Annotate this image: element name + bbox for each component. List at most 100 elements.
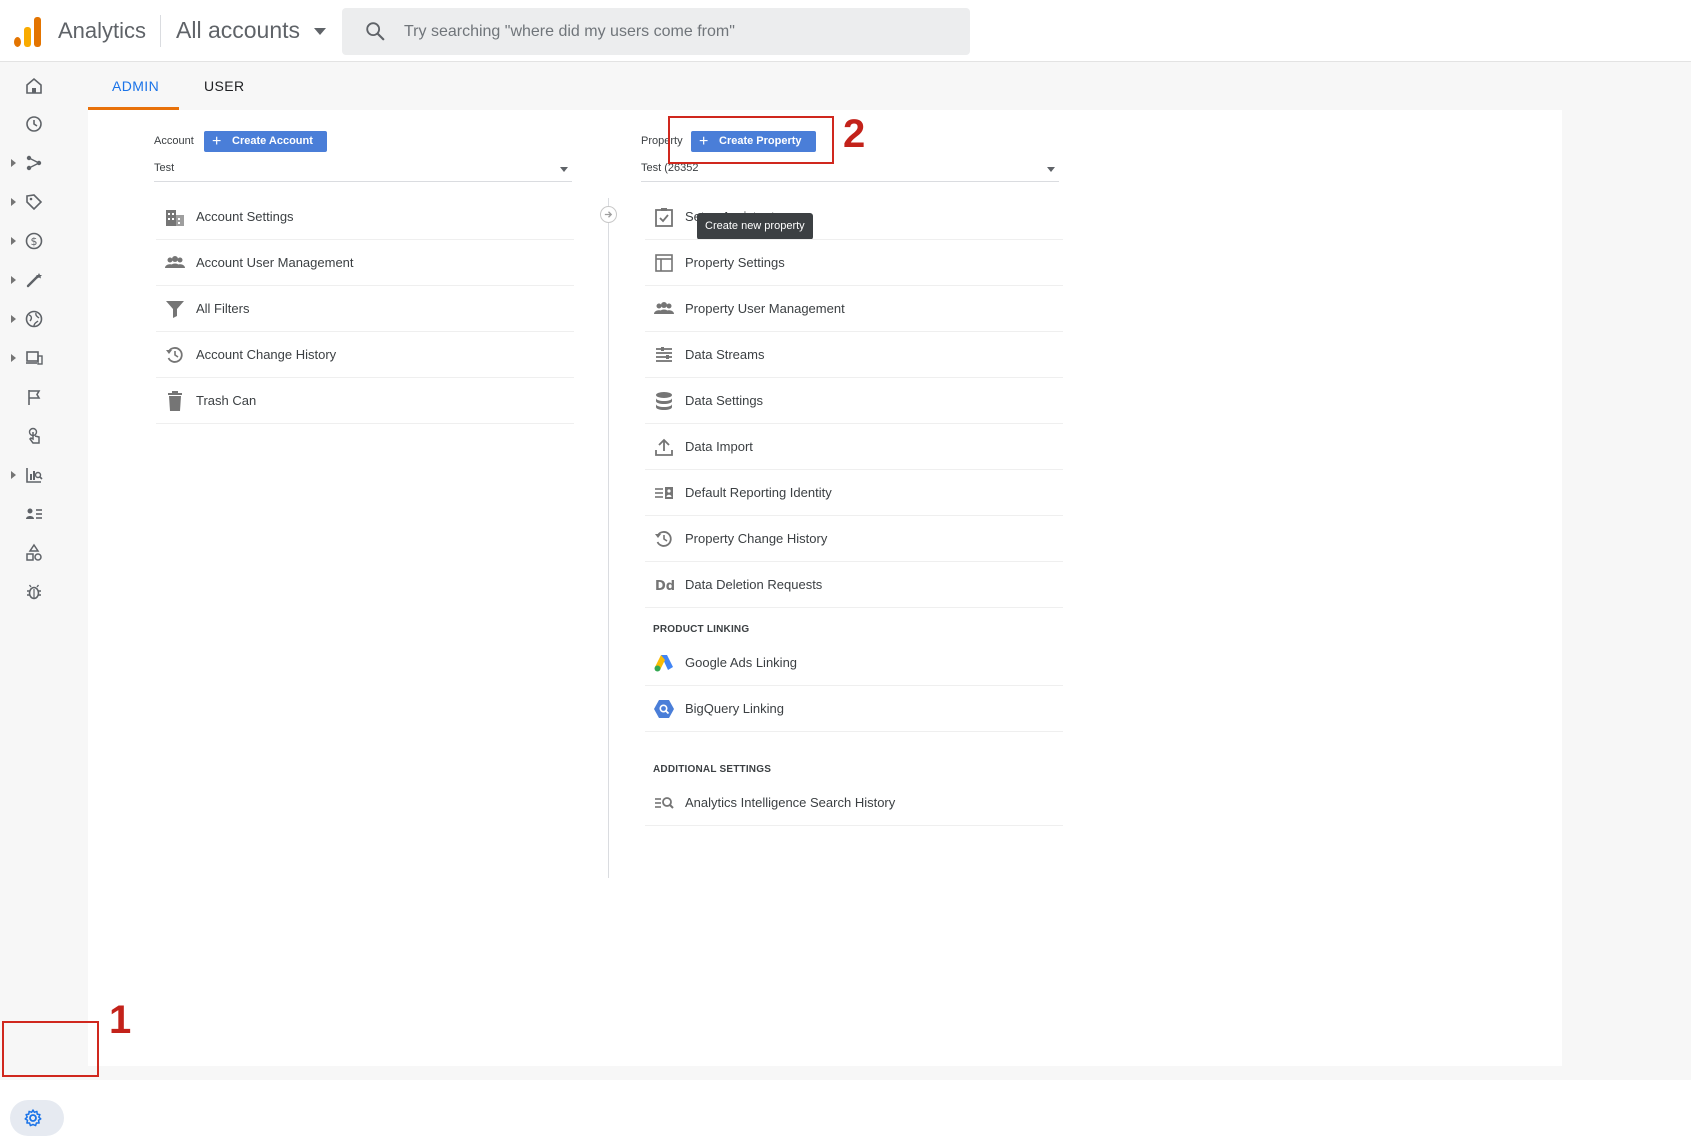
search-history-label: Analytics Intelligence Search History [685, 795, 896, 810]
analytics-logo[interactable] [14, 17, 42, 47]
admin-tabs: ADMIN USER [88, 62, 1691, 110]
app-name: Analytics [58, 18, 147, 43]
search-history-item[interactable]: Analytics Intelligence Search History [645, 780, 1063, 826]
account-change-history-label: Account Change History [196, 347, 337, 362]
tab-admin[interactable]: ADMIN [112, 78, 159, 94]
nav-geo[interactable] [8, 305, 68, 333]
google-ads-linking-item[interactable]: Google Ads Linking [645, 640, 1063, 686]
data-streams-label: Data Streams [685, 347, 765, 362]
default-reporting-identity-label: Default Reporting Identity [685, 485, 832, 500]
top-app-bar: Analytics All accounts [0, 0, 1691, 62]
nav-debugview[interactable] [8, 578, 68, 606]
collapse-column-button[interactable] [600, 206, 617, 223]
account-selector-value: Test [154, 162, 175, 174]
layout-icon [655, 254, 673, 272]
trash-can-item[interactable]: Trash Can [156, 378, 574, 424]
search-bar[interactable] [342, 8, 970, 55]
history-icon [166, 347, 183, 363]
clock-icon [26, 116, 42, 132]
data-import-item[interactable]: Data Import [645, 424, 1063, 470]
identity-icon [655, 487, 673, 499]
property-menu-list: Setup Assistant Property Settings Proper… [645, 194, 1063, 826]
nav-events[interactable] [8, 422, 68, 450]
nav-conversions[interactable] [8, 383, 68, 411]
chevron-down-icon [314, 28, 327, 36]
tab-user[interactable]: USER [204, 78, 245, 94]
upload-icon [655, 438, 673, 456]
data-settings-item[interactable]: Data Settings [645, 378, 1063, 424]
expand-icon [11, 198, 16, 206]
create-account-button[interactable]: + Create Account [204, 131, 327, 152]
flag-icon [28, 390, 41, 405]
magic-wand-icon [26, 273, 42, 288]
property-change-history-item[interactable]: Property Change History [645, 516, 1063, 562]
google-ads-icon [654, 655, 673, 672]
streams-icon [656, 347, 672, 362]
bigquery-icon [654, 700, 674, 718]
globe-icon [25, 310, 43, 328]
nav-tags[interactable] [8, 188, 68, 216]
admin-content: ADMIN USER Account + Create Account Test … [88, 62, 1691, 1080]
shapes-icon [26, 543, 42, 561]
search-input[interactable] [404, 8, 954, 55]
data-settings-label: Data Settings [685, 393, 764, 408]
setup-assistant-item[interactable]: Setup Assistant [645, 194, 1063, 240]
bigquery-linking-item[interactable]: BigQuery Linking [645, 686, 1063, 732]
callout-number-2: 2 [843, 112, 866, 156]
search-history-icon [655, 797, 674, 809]
additional-settings-heading: ADDITIONAL SETTINGS [653, 764, 772, 775]
user-list-icon [26, 508, 42, 519]
product-linking-heading: PRODUCT LINKING [653, 624, 750, 635]
account-menu-list: Account Settings Account User Management… [156, 194, 574, 424]
column-divider [608, 198, 609, 878]
account-change-history-item[interactable]: Account Change History [156, 332, 574, 378]
admin-button[interactable] [10, 1100, 64, 1136]
dollar-icon: $ [25, 232, 43, 250]
account-picker[interactable]: All accounts [176, 17, 327, 44]
nav-monetization[interactable]: $ [8, 227, 68, 255]
nav-engagement[interactable] [8, 266, 68, 294]
expand-icon [11, 354, 16, 362]
account-column-label: Account [154, 135, 194, 147]
default-reporting-identity-item[interactable]: Default Reporting Identity [645, 470, 1063, 516]
trash-can-label: Trash Can [196, 393, 257, 408]
bug-icon [27, 584, 41, 600]
callout-number-1: 1 [109, 998, 132, 1042]
property-settings-label: Property Settings [685, 255, 785, 270]
account-user-management-item[interactable]: Account User Management [156, 240, 574, 286]
trash-icon [168, 391, 182, 411]
data-streams-item[interactable]: Data Streams [645, 332, 1063, 378]
callout-box-step-2 [668, 116, 834, 164]
all-filters-label: All Filters [196, 301, 250, 316]
data-import-label: Data Import [685, 439, 753, 454]
history-icon [655, 531, 672, 547]
all-filters-item[interactable]: All Filters [156, 286, 574, 332]
data-deletion-requests-item[interactable]: Dd Data Deletion Requests [645, 562, 1063, 608]
expand-icon [11, 315, 16, 323]
home-icon [26, 77, 42, 94]
nav-lifecycle[interactable] [8, 149, 68, 177]
filter-icon [166, 301, 184, 318]
property-settings-item[interactable]: Property Settings [645, 240, 1063, 286]
checkbox-icon [655, 208, 673, 227]
property-user-management-item[interactable]: Property User Management [645, 286, 1063, 332]
create-account-label: Create Account [232, 135, 313, 147]
people-icon [165, 256, 185, 268]
nav-tech[interactable] [8, 344, 68, 372]
nav-custom-definitions[interactable] [8, 539, 68, 567]
account-picker-label: All accounts [176, 17, 301, 43]
devices-icon [26, 351, 43, 365]
chevron-down-icon [1047, 167, 1055, 172]
building-icon [166, 210, 184, 226]
nav-home[interactable] [8, 72, 68, 100]
google-ads-linking-label: Google Ads Linking [685, 655, 798, 670]
nav-realtime[interactable] [8, 110, 68, 138]
touch-icon [28, 427, 40, 444]
nav-explore[interactable] [8, 461, 68, 489]
nav-audiences[interactable] [8, 500, 68, 528]
svg-text:Dd: Dd [655, 579, 675, 594]
account-settings-item[interactable]: Account Settings [156, 194, 574, 240]
account-selector[interactable]: Test [154, 158, 572, 182]
search-icon [366, 22, 385, 41]
